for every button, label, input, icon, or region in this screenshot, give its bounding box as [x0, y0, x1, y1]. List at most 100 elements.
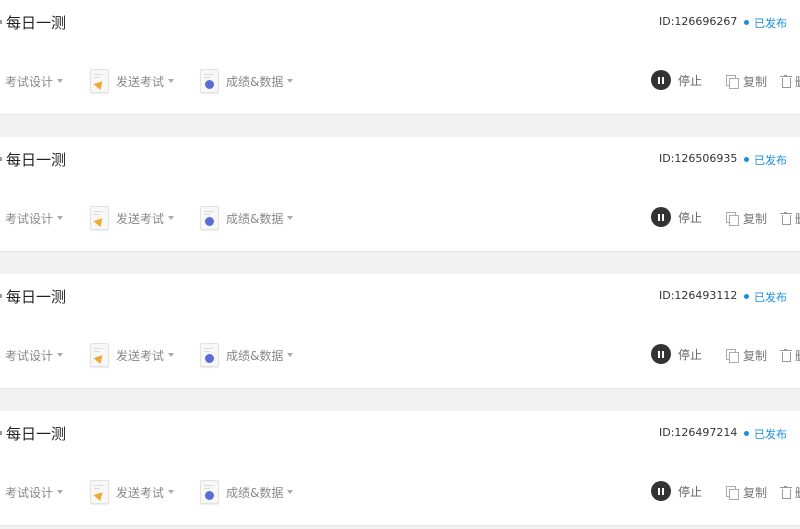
exam-card: 每日一测 ID:126493112 已发布 考试设计 发送考试 成绩&数据 停止…: [0, 274, 800, 389]
exam-id: ID:126696267: [659, 15, 738, 28]
exam-design-menu[interactable]: 考试设计: [5, 68, 64, 94]
chevron-down-icon: [287, 79, 294, 83]
exam-title[interactable]: 每日一测: [6, 423, 66, 444]
chart-document-icon: [200, 69, 219, 93]
copy-icon: [726, 349, 739, 363]
chart-document-icon: [200, 480, 219, 504]
exam-design-menu[interactable]: 考试设计: [5, 479, 64, 505]
chevron-down-icon: [57, 490, 64, 494]
stop-button[interactable]: 停止: [651, 207, 702, 227]
exam-title[interactable]: 每日一测: [6, 149, 66, 170]
status-label: 已发布: [754, 291, 787, 304]
title-marker: [0, 157, 2, 161]
send-document-icon: [90, 480, 109, 504]
trash-icon: [780, 349, 792, 362]
stop-label: 停止: [678, 210, 703, 225]
stop-label: 停止: [678, 484, 703, 499]
chevron-down-icon: [168, 79, 175, 83]
exam-card: 每日一测 ID:126696267 已发布 考试设计 发送考试 成绩&数据 停止…: [0, 0, 800, 115]
chevron-down-icon: [287, 490, 294, 494]
score-data-label: 成绩&数据: [226, 74, 284, 89]
stop-button[interactable]: 停止: [651, 70, 702, 90]
copy-label: 复制: [743, 75, 768, 89]
status-badge: 已发布: [744, 426, 787, 442]
copy-button[interactable]: 复制: [726, 210, 767, 227]
exam-card: 每日一测 ID:126506935 已发布 考试设计 发送考试 成绩&数据 停止…: [0, 137, 800, 252]
stop-button[interactable]: 停止: [651, 344, 702, 364]
exam-design-label: 考试设计: [5, 74, 54, 89]
exam-id: ID:126497214: [659, 426, 738, 439]
send-exam-label: 发送考试: [116, 485, 165, 500]
pause-icon: [651, 481, 671, 501]
score-data-menu[interactable]: 成绩&数据: [200, 479, 294, 505]
send-exam-menu[interactable]: 发送考试: [90, 479, 175, 505]
delete-button[interactable]: 删除: [780, 73, 800, 90]
score-data-label: 成绩&数据: [226, 211, 284, 226]
exam-card: 每日一测 ID:126497214 已发布 考试设计 发送考试 成绩&数据 停止…: [0, 411, 800, 526]
delete-button[interactable]: 删除: [780, 347, 800, 364]
score-data-menu[interactable]: 成绩&数据: [200, 68, 294, 94]
score-data-menu[interactable]: 成绩&数据: [200, 342, 294, 368]
delete-label: 删除: [795, 73, 800, 90]
status-label: 已发布: [754, 17, 787, 30]
copy-icon: [726, 486, 739, 500]
status-badge: 已发布: [744, 15, 787, 31]
chevron-down-icon: [287, 353, 294, 357]
title-marker: [0, 294, 2, 298]
send-exam-label: 发送考试: [116, 211, 165, 226]
send-document-icon: [90, 69, 109, 93]
status-dot-icon: [744, 20, 749, 25]
chart-document-icon: [200, 206, 219, 230]
pause-icon: [651, 70, 671, 90]
copy-button[interactable]: 复制: [726, 484, 767, 501]
trash-icon: [780, 212, 792, 225]
title-marker: [0, 20, 2, 24]
exam-title[interactable]: 每日一测: [6, 286, 66, 307]
send-exam-menu[interactable]: 发送考试: [90, 68, 175, 94]
exam-design-menu[interactable]: 考试设计: [5, 342, 64, 368]
stop-button[interactable]: 停止: [651, 481, 702, 501]
chevron-down-icon: [168, 490, 175, 494]
stop-label: 停止: [678, 347, 703, 362]
send-exam-label: 发送考试: [116, 348, 165, 363]
delete-label: 删除: [795, 210, 800, 227]
copy-icon: [726, 212, 739, 226]
chevron-down-icon: [57, 353, 64, 357]
title-marker: [0, 431, 2, 435]
exam-title[interactable]: 每日一测: [6, 12, 66, 33]
exam-design-label: 考试设计: [5, 211, 54, 226]
exam-design-label: 考试设计: [5, 485, 54, 500]
status-label: 已发布: [754, 428, 787, 441]
copy-button[interactable]: 复制: [726, 73, 767, 90]
status-dot-icon: [744, 294, 749, 299]
send-exam-label: 发送考试: [116, 74, 165, 89]
trash-icon: [780, 75, 792, 88]
copy-icon: [726, 75, 739, 89]
send-exam-menu[interactable]: 发送考试: [90, 342, 175, 368]
trash-icon: [780, 486, 792, 499]
chevron-down-icon: [168, 353, 175, 357]
score-data-menu[interactable]: 成绩&数据: [200, 205, 294, 231]
status-label: 已发布: [754, 154, 787, 167]
exam-design-menu[interactable]: 考试设计: [5, 205, 64, 231]
pause-icon: [651, 207, 671, 227]
pause-icon: [651, 344, 671, 364]
chevron-down-icon: [168, 216, 175, 220]
copy-label: 复制: [743, 212, 768, 226]
exam-design-label: 考试设计: [5, 348, 54, 363]
status-dot-icon: [744, 431, 749, 436]
delete-label: 删除: [795, 484, 800, 501]
chevron-down-icon: [57, 216, 64, 220]
copy-label: 复制: [743, 486, 768, 500]
score-data-label: 成绩&数据: [226, 348, 284, 363]
send-exam-menu[interactable]: 发送考试: [90, 205, 175, 231]
exam-id: ID:126493112: [659, 289, 738, 302]
copy-button[interactable]: 复制: [726, 347, 767, 364]
copy-label: 复制: [743, 349, 768, 363]
stop-label: 停止: [678, 73, 703, 88]
status-dot-icon: [744, 157, 749, 162]
chart-document-icon: [200, 343, 219, 367]
delete-button[interactable]: 删除: [780, 210, 800, 227]
delete-label: 删除: [795, 347, 800, 364]
delete-button[interactable]: 删除: [780, 484, 800, 501]
